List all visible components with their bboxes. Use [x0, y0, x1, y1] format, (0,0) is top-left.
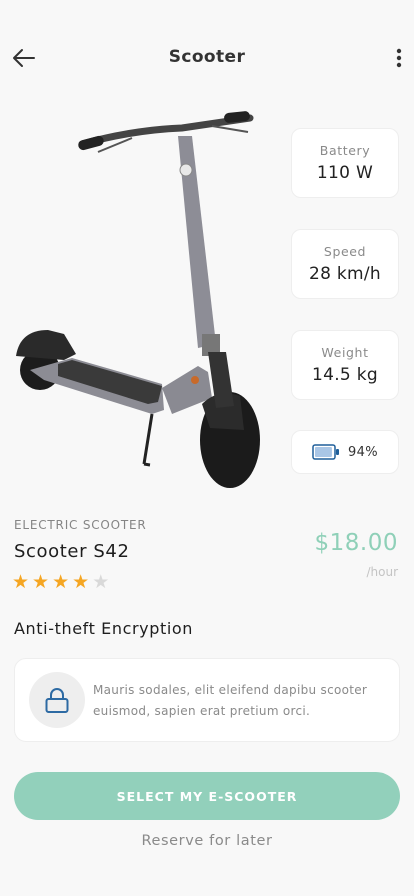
spec-value-speed: 28 km/h — [308, 264, 382, 284]
spec-label-speed: Speed — [323, 244, 367, 259]
lock-icon — [45, 688, 69, 713]
star-rating: ★ ★ ★ ★ ★ — [12, 572, 109, 592]
spec-value-weight: 14.5 kg — [312, 365, 378, 385]
page-title: Scooter — [168, 47, 246, 67]
select-scooter-button[interactable]: SELECT MY E-SCOOTER — [14, 772, 400, 820]
spec-label-battery: Battery — [319, 143, 371, 158]
star-filled-icon: ★ — [72, 571, 90, 593]
product-price: $18.00 — [314, 530, 398, 556]
price-unit: /hour — [366, 565, 398, 579]
star-filled-icon: ★ — [52, 571, 70, 593]
header: Scooter — [0, 0, 414, 116]
spec-card-speed: Speed 28 km/h — [291, 229, 399, 299]
battery-icon — [312, 444, 339, 460]
more-options-icon[interactable] — [392, 44, 406, 72]
star-empty-icon: ★ — [92, 571, 110, 593]
star-filled-icon: ★ — [12, 571, 30, 593]
feature-title: Anti-theft Encryption — [14, 619, 194, 638]
product-category: ELECTRIC SCOOTER — [14, 518, 147, 532]
spec-card-weight: Weight 14.5 kg — [291, 330, 399, 400]
product-name: Scooter S42 — [14, 541, 130, 562]
reserve-later-link[interactable]: Reserve for later — [0, 833, 414, 849]
feature-card: Mauris sodales, elit eleifend dapibu sco… — [14, 658, 400, 742]
star-filled-icon: ★ — [32, 571, 50, 593]
spec-label-weight: Weight — [321, 345, 369, 360]
spec-card-battery: Battery 110 W — [291, 128, 399, 198]
battery-level-card: 94% — [291, 430, 399, 474]
battery-percent: 94% — [347, 444, 379, 460]
feature-description: Mauris sodales, elit eleifend dapibu sco… — [93, 683, 368, 718]
spec-value-battery: 110 W — [316, 163, 374, 183]
scooter-image — [16, 111, 260, 488]
lock-icon-container — [29, 672, 85, 728]
